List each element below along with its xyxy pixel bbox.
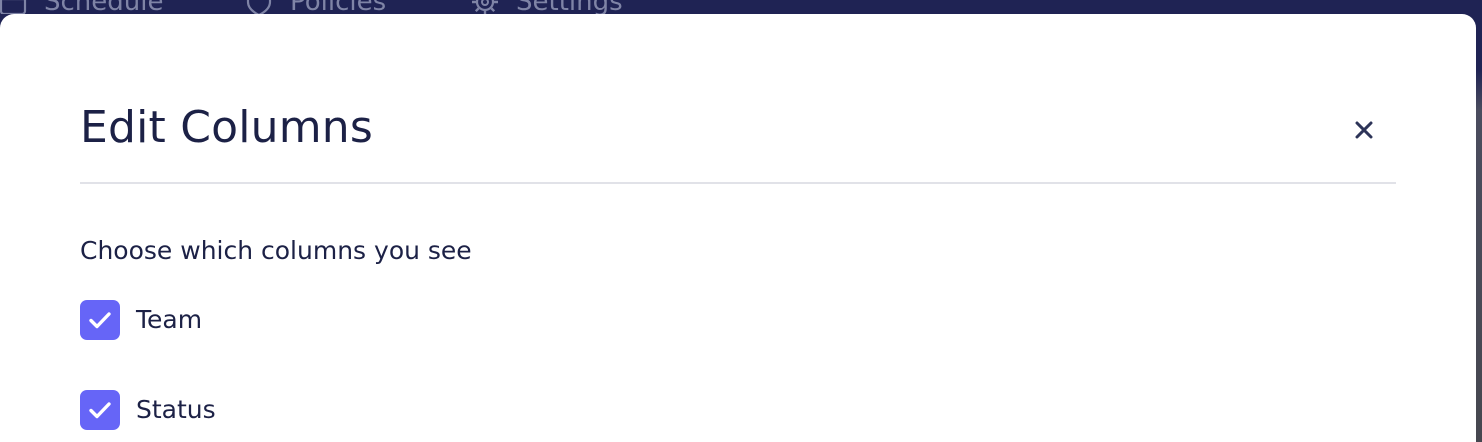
team-checkbox[interactable] [80, 300, 120, 340]
modal-divider [80, 182, 1396, 184]
column-option-status[interactable]: Status [80, 390, 216, 430]
gear-icon [472, 0, 498, 14]
close-icon [1355, 121, 1373, 139]
nav-item-schedule[interactable]: Schedule [0, 0, 163, 14]
checkmark-icon [89, 312, 111, 329]
modal-subtitle: Choose which columns you see [80, 236, 472, 265]
option-label: Status [136, 395, 216, 424]
column-option-team[interactable]: Team [80, 300, 202, 340]
calendar-icon [0, 0, 27, 14]
nav-item-label: Policies [290, 0, 386, 14]
nav-item-label: Settings [516, 0, 623, 14]
page-backdrop [1476, 0, 1482, 442]
option-label: Team [136, 305, 203, 334]
top-navigation: Schedule Policies Settings [0, 0, 1482, 14]
shield-icon [246, 0, 272, 14]
modal-title: Edit Columns [80, 102, 374, 153]
checkmark-icon [89, 402, 111, 419]
nav-item-label: Schedule [44, 0, 163, 14]
edit-columns-modal: Edit Columns Choose which columns you se… [0, 14, 1476, 442]
nav-item-policies[interactable]: Policies [244, 0, 386, 14]
status-checkbox[interactable] [80, 390, 120, 430]
nav-item-settings[interactable]: Settings [470, 0, 623, 14]
close-button[interactable] [1344, 110, 1384, 150]
